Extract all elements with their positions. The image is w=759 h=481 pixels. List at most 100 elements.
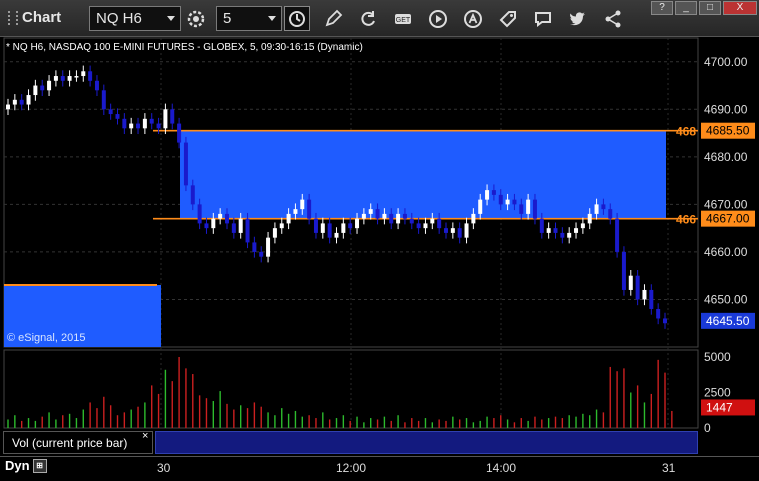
candle-body (327, 223, 332, 238)
candle-body (580, 223, 585, 229)
candle-body (478, 199, 483, 214)
candle-body (519, 204, 524, 214)
candle-body (33, 85, 38, 96)
candle-body (259, 251, 264, 257)
candle-body (663, 318, 667, 324)
candle-body (450, 228, 455, 233)
candle-body (108, 109, 113, 115)
candle-body (402, 213, 407, 219)
candle-body (567, 232, 572, 238)
price-axis-label: 4670.00 (704, 197, 748, 211)
candle-body (546, 228, 551, 233)
candle-body (67, 76, 72, 81)
candle-body (156, 123, 161, 129)
candle-body (601, 204, 606, 210)
candle-body (444, 228, 448, 233)
candle-body (320, 223, 325, 233)
candle-body (286, 213, 291, 224)
close-icon[interactable]: × (142, 430, 148, 442)
candle-body (574, 228, 579, 233)
candle-body (26, 95, 31, 105)
lock-icon[interactable]: ⊞ (32, 458, 47, 473)
candle-body (334, 232, 339, 238)
candle-body (416, 223, 421, 229)
candle-body (272, 228, 277, 238)
volume-study-label[interactable]: Vol (current price bar) (3, 431, 153, 454)
candle-body (218, 213, 223, 219)
candle-body (615, 218, 620, 252)
candle-body (12, 99, 17, 105)
candle-body (457, 228, 462, 238)
candle-body (293, 209, 298, 214)
candle-body (231, 223, 236, 233)
price-axis-label: 4650.00 (704, 292, 748, 306)
candle-body (252, 242, 257, 252)
candle-body (471, 213, 476, 224)
chart-header: * NQ H6, NASDAQ 100 E-MINI FUTURES - GLO… (6, 42, 363, 53)
dynamic-toggle[interactable]: Dyn ⊞ (5, 458, 47, 473)
price-axis-label: 4660.00 (704, 245, 748, 259)
volume-axis-label: 2500 (704, 386, 731, 400)
price-axis-label: 4700.00 (704, 55, 748, 69)
candle-body (649, 289, 654, 309)
volume-study-bar (155, 431, 698, 454)
candle-body (300, 199, 305, 210)
candle-body (129, 123, 134, 129)
candle-body (539, 218, 544, 233)
candle-body (163, 109, 168, 129)
candle-body (88, 71, 93, 81)
candle-body (361, 213, 366, 219)
candle-body (94, 80, 99, 91)
candle-body (307, 199, 312, 219)
candle-body (498, 194, 503, 205)
candle-body (505, 199, 510, 205)
candle-body (532, 199, 537, 219)
candle-body (396, 213, 401, 224)
candle-body (19, 99, 24, 105)
candle-body (115, 114, 120, 119)
volume-axis-label: 0 (704, 421, 711, 435)
lower-level-tag-left: 466 (676, 213, 696, 227)
candle-body (53, 76, 58, 81)
candle-body (409, 218, 414, 224)
candle-body (389, 213, 394, 224)
candle-body (485, 190, 490, 200)
candle-body (136, 123, 141, 129)
candle-body (211, 218, 216, 229)
candle-body (512, 199, 517, 205)
candle-body (279, 223, 284, 229)
candle-body (74, 76, 79, 78)
candle-body (183, 142, 188, 186)
candle-body (348, 223, 353, 229)
candle-body (430, 218, 435, 224)
current-price-tag-value: 4645.50 (706, 314, 750, 328)
candle-body (313, 218, 318, 233)
time-label-31: 31 (662, 461, 676, 475)
copyright-label: © eSignal, 2015 (7, 332, 86, 344)
upper-level-tag-value: 4685.50 (706, 124, 750, 138)
candle-body (101, 90, 106, 110)
dynamic-label: Dyn (5, 458, 30, 473)
candle-body (47, 80, 52, 91)
candle-body (553, 228, 558, 233)
price-axis-label: 4680.00 (704, 150, 748, 164)
candle-body (177, 123, 182, 143)
upper-level-tag-left: 468 (676, 125, 696, 139)
price-chart[interactable]: 4700.00 4690.00 4680.00 4670.00 4660.00 4650.… (0, 0, 759, 481)
candle-body (204, 223, 209, 229)
candle-body (587, 213, 592, 224)
candle-body (40, 85, 45, 91)
candle-body (594, 204, 599, 214)
candle-body (642, 289, 647, 300)
time-label-1400: 14:00 (486, 461, 517, 475)
candle-body (628, 275, 633, 290)
candle-body (375, 209, 380, 219)
candle-body (170, 109, 175, 124)
lower-level-tag-value: 4667.00 (706, 212, 750, 226)
price-axis-label: 4690.00 (704, 102, 748, 116)
time-label-30: 30 (157, 461, 171, 475)
candle-body (382, 213, 387, 219)
candle-body (560, 232, 565, 238)
candle-body (355, 218, 360, 229)
candle-body (526, 199, 531, 214)
